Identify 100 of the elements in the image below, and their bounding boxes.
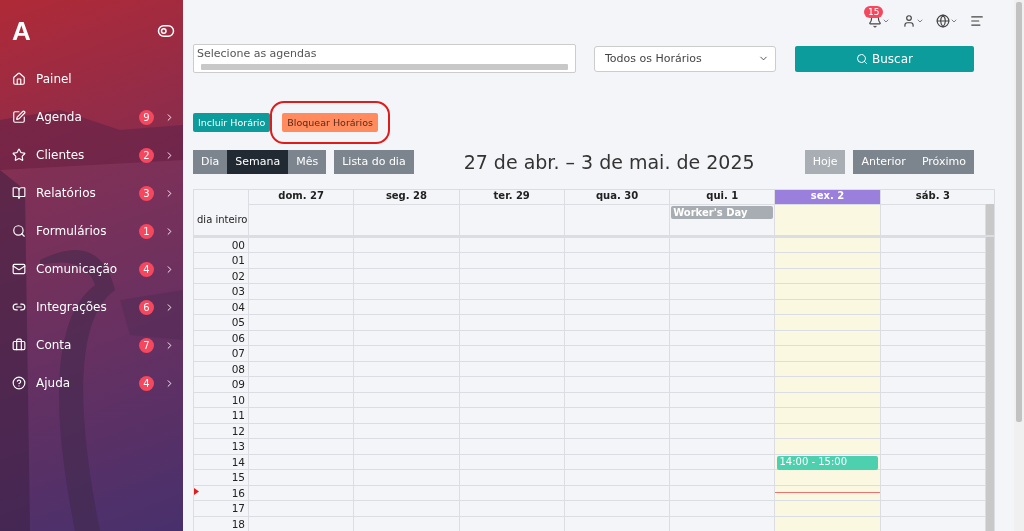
time-slot[interactable] [248,453,354,470]
view-tab[interactable]: Mês [288,149,327,174]
time-slot[interactable] [879,329,985,346]
search-button[interactable]: Buscar [795,45,974,72]
time-slot[interactable] [353,360,459,377]
all-day-slot[interactable] [563,203,670,235]
view-tab[interactable]: Dia [193,149,228,174]
time-slot[interactable] [248,500,354,516]
time-slot[interactable] [458,407,564,423]
previous-button[interactable]: Anterior [853,149,914,174]
time-slot[interactable] [353,438,459,454]
toggle-icon[interactable] [157,22,175,40]
time-slot[interactable] [879,407,985,423]
time-slot[interactable] [563,453,670,470]
time-slot[interactable] [774,376,880,392]
time-slot[interactable] [563,298,670,315]
time-slot[interactable] [879,484,985,501]
time-slot[interactable] [458,469,564,485]
time-slot[interactable] [879,469,985,485]
time-slot[interactable] [563,391,670,408]
nav-item[interactable]: Comunicação 4 [12,250,175,288]
page-scrollbar[interactable] [1014,0,1024,531]
time-slot[interactable] [563,422,670,439]
nav-item[interactable]: Formulários 1 [12,212,175,250]
nav-item[interactable]: Clientes 2 [12,136,175,174]
time-slot[interactable] [353,345,459,361]
time-slot[interactable] [879,283,985,299]
time-slot[interactable] [248,376,354,392]
time-slot[interactable] [879,391,985,408]
time-slot[interactable] [248,469,354,485]
hours-select[interactable]: Todos os Horários [594,45,776,72]
time-slot[interactable] [458,500,564,516]
time-slot[interactable] [458,360,564,377]
time-slot[interactable] [458,515,564,531]
time-slot[interactable] [458,298,564,315]
time-slot[interactable] [248,391,354,408]
time-slot[interactable] [458,422,564,439]
time-slot[interactable] [774,345,880,361]
nav-item[interactable]: Integrações 6 [12,288,175,326]
scrollbar[interactable] [201,64,568,71]
all-day-slot[interactable] [353,203,459,235]
time-slot[interactable] [458,329,564,346]
time-slot[interactable] [774,407,880,423]
time-slot[interactable] [774,500,880,516]
all-day-slot[interactable] [879,203,985,235]
time-slot[interactable] [248,515,354,531]
action-button[interactable]: Incluir Horário [193,112,271,132]
user-icon[interactable] [902,14,916,29]
time-slot[interactable] [563,484,670,501]
all-day-slot[interactable] [248,203,354,235]
time-slot[interactable] [879,236,985,253]
time-slot[interactable] [879,515,985,531]
time-slot[interactable] [563,329,670,346]
time-slot[interactable] [879,267,985,284]
time-slot[interactable] [248,267,354,284]
day-list-button[interactable]: Lista do dia [334,149,414,174]
time-slot[interactable] [248,422,354,439]
time-slot[interactable] [353,515,459,531]
nav-item[interactable]: Painel [12,60,175,98]
agendas-select[interactable]: Selecione as agendas [193,44,576,74]
time-slot[interactable] [458,438,564,454]
globe-icon[interactable] [936,14,950,29]
time-slot[interactable] [458,267,564,284]
time-slot[interactable] [458,252,564,268]
time-slot[interactable] [353,500,459,516]
logo[interactable]: A [12,15,31,47]
time-slot[interactable] [563,438,670,454]
time-slot[interactable] [879,453,985,470]
time-slot[interactable] [563,236,670,253]
all-day-slot[interactable] [458,203,564,235]
time-slot[interactable] [879,314,985,330]
time-slot[interactable] [353,453,459,470]
menu-icon[interactable] [970,14,984,29]
nav-item[interactable]: Agenda 9 [12,98,175,136]
time-slot[interactable] [879,376,985,392]
nav-item[interactable]: Relatórios 3 [12,174,175,212]
time-slot[interactable] [353,484,459,501]
time-slot[interactable] [353,298,459,315]
time-slot[interactable] [774,438,880,454]
time-slot[interactable] [879,438,985,454]
time-slot[interactable] [353,267,459,284]
nav-item[interactable]: Ajuda 4 [12,364,175,402]
time-slot[interactable] [353,469,459,485]
time-slot[interactable] [563,376,670,392]
time-slot[interactable] [248,438,354,454]
time-slot[interactable] [458,484,564,501]
time-slot[interactable] [458,453,564,470]
time-slot[interactable] [458,391,564,408]
time-slot[interactable] [458,376,564,392]
time-slot[interactable] [879,422,985,439]
time-slot[interactable] [563,515,670,531]
time-slot[interactable] [563,267,670,284]
time-slot[interactable] [563,252,670,268]
time-slot[interactable] [248,329,354,346]
time-slot[interactable] [353,407,459,423]
time-slot[interactable] [563,283,670,299]
time-slot[interactable] [563,314,670,330]
time-slot[interactable] [774,252,880,268]
time-slot[interactable] [458,314,564,330]
time-slot[interactable] [353,422,459,439]
